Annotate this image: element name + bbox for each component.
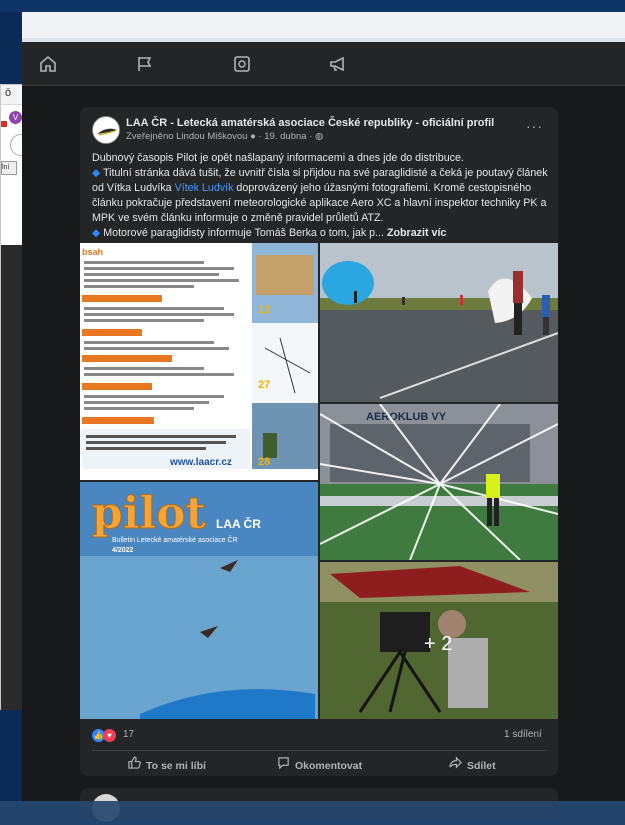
photo-trike-pilot[interactable]: + 2	[320, 562, 558, 719]
reaction-count[interactable]: 17	[123, 729, 134, 740]
photo-table-of-contents[interactable]: bsah www.laacr.cz 12 27 28	[80, 243, 318, 480]
post-text-line: Dubnový časopis Pilot je opět našlapaný …	[92, 152, 464, 164]
blue-diamond-icon: ◆	[92, 227, 101, 239]
page-number-label: 12	[258, 304, 270, 316]
comment-button-label: Okomentovat	[295, 760, 363, 772]
photo-paraglider-ground[interactable]	[320, 243, 558, 402]
share-icon	[449, 756, 463, 772]
post-text-segment: doprovázený jeho úžasnými fotografiemi. …	[236, 182, 532, 194]
love-reaction-icon: ♥	[103, 729, 116, 742]
tagged-person-link[interactable]: Vítek Ludvík	[175, 182, 234, 194]
tooltip: lní	[1, 161, 17, 175]
share-button-label: Sdílet	[467, 760, 496, 772]
share-count[interactable]: 1 sdílení	[504, 729, 542, 740]
home-icon[interactable]	[38, 54, 58, 74]
page-number-label: 28	[258, 456, 270, 468]
magazine-subtitle: LAA ČR	[216, 516, 261, 531]
thumbs-up-icon	[128, 756, 142, 772]
post-card: LAA ČR - Letecká amatérská asociace Česk…	[80, 107, 558, 776]
like-button[interactable]: To se mi líbí	[128, 756, 206, 772]
facebook-top-nav	[22, 42, 625, 86]
page-number-label: 27	[258, 379, 270, 391]
share-button[interactable]: Sdílet	[449, 756, 496, 772]
post-text-line: ◆ Motorové paraglidisty informuje Tomáš …	[92, 226, 550, 241]
page-avatar[interactable]	[92, 116, 120, 144]
post-text: Dubnový časopis Pilot je opět našlapaný …	[92, 151, 550, 241]
comment-icon	[277, 756, 291, 772]
hangar-sign: AEROKLUB VY	[366, 411, 447, 423]
photo-magazine-cover[interactable]: pilot LAA ČR Bulletin Letecké amatérské …	[80, 482, 318, 719]
magazine-tagline: Bulletin Letecké amatérské asociace ČR	[112, 535, 238, 544]
magazine-issue: 4/2022	[112, 547, 134, 554]
profile-avatar[interactable]: V	[9, 111, 22, 124]
post-text-line: od Vítka Ludvíka Vítek Ludvík doprovázen…	[92, 181, 550, 196]
post-text-line: MPK ve svém článku informuje o změně pra…	[92, 212, 384, 224]
comment-button[interactable]: Okomentovat	[277, 756, 362, 772]
toc-title: bsah	[82, 247, 103, 257]
post-text-segment: Motorové paraglidisty informuje Tomáš Be…	[103, 227, 384, 239]
blue-diamond-icon: ◆	[92, 167, 101, 179]
post-options-icon[interactable]: ···	[526, 118, 543, 134]
post-actions: To se mi líbí Okomentovat Sdílet	[92, 752, 546, 776]
see-more-link[interactable]: Zobrazit víc	[387, 227, 446, 239]
post-text-line: ◆ Titulní stránka dává tušit, že uvnitř …	[92, 166, 550, 181]
restore-icon[interactable]: ō	[5, 87, 11, 99]
flag-pages-icon[interactable]	[135, 54, 155, 74]
megaphone-ads-icon[interactable]	[328, 54, 348, 74]
magazine-title: pilot	[92, 488, 207, 539]
post-text-segment: od Vítka Ludvíka	[92, 182, 172, 194]
photo-grid: bsah www.laacr.cz 12 27 28 AEROKLUB VY p…	[80, 243, 558, 719]
desktop-top-strip	[0, 0, 625, 12]
notification-badge	[1, 121, 7, 127]
more-photos-count[interactable]: + 2	[424, 633, 452, 655]
post-text-line: článku pokračuje představení meteorologi…	[92, 197, 547, 209]
like-button-label: To se mi líbí	[146, 760, 206, 772]
photo-hangar-pilot[interactable]: AEROKLUB VY	[320, 404, 558, 560]
post-author-name[interactable]: LAA ČR - Letecká amatérská asociace Česk…	[126, 117, 494, 129]
post-text-segment: Titulní stránka dává tušit, že uvnitř čí…	[103, 167, 548, 179]
taskbar	[0, 801, 625, 825]
toc-website: www.laacr.cz	[169, 457, 232, 468]
post-meta: Zveřejněno Lindou Miškovou ● · 19. dubna…	[126, 131, 324, 142]
browser-address-bar[interactable]	[22, 12, 625, 42]
watch-video-icon[interactable]	[232, 54, 252, 74]
divider	[92, 750, 546, 751]
